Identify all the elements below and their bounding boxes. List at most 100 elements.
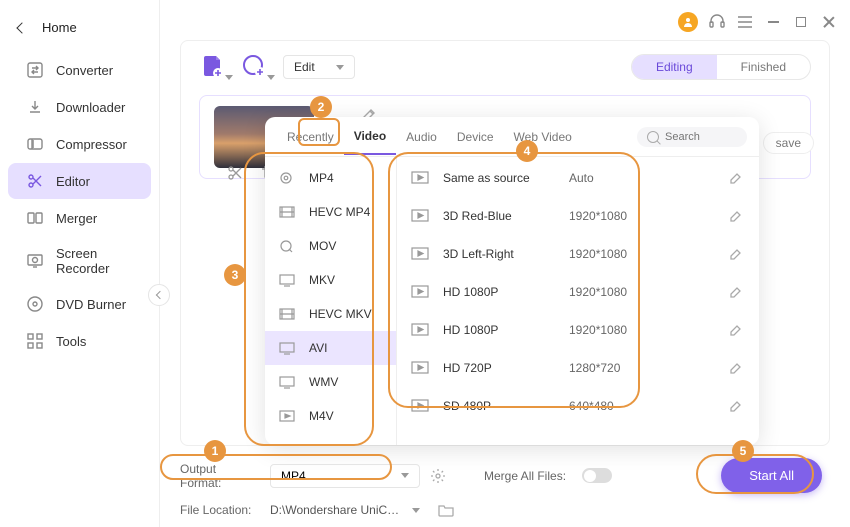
sidebar-item-screen-recorder[interactable]: Screen Recorder <box>8 237 151 285</box>
edit-preset-icon[interactable] <box>727 397 745 415</box>
film-icon <box>279 307 297 321</box>
edit-mode-label: Edit <box>294 60 315 74</box>
headset-icon[interactable] <box>708 13 726 31</box>
avatar[interactable] <box>678 12 698 32</box>
start-all-button[interactable]: Start All <box>721 458 822 493</box>
output-format-dropdown[interactable]: MP4 <box>270 464 420 488</box>
tab-recently[interactable]: Recently <box>277 120 344 154</box>
play-rect-icon <box>411 171 431 185</box>
sidebar-item-converter[interactable]: Converter <box>8 52 151 88</box>
format-mp4[interactable]: MP4 <box>265 161 396 195</box>
edit-preset-icon[interactable] <box>727 169 745 187</box>
window-controls <box>678 12 838 32</box>
edit-preset-icon[interactable] <box>727 245 745 263</box>
sidebar-item-dvd-burner[interactable]: DVD Burner <box>8 286 151 322</box>
preset-row[interactable]: 3D Left-Right1920*1080 <box>403 235 753 273</box>
format-hevc-mp4[interactable]: HEVC MP4 <box>265 195 396 229</box>
file-location-label: File Location: <box>180 503 260 517</box>
scissors-tool-icon[interactable] <box>226 164 244 182</box>
sidebar-item-editor[interactable]: Editor <box>8 163 151 199</box>
play-rect-icon <box>411 361 431 375</box>
gear-icon[interactable] <box>430 468 446 484</box>
sidebar-item-label: Downloader <box>56 100 125 115</box>
edit-preset-icon[interactable] <box>727 359 745 377</box>
search-input[interactable] <box>665 131 737 143</box>
merge-label: Merge All Files: <box>484 469 566 483</box>
format-tabs: Recently Video Audio Device Web Video <box>265 117 759 157</box>
format-m4v[interactable]: M4V <box>265 399 396 433</box>
sidebar-item-downloader[interactable]: Downloader <box>8 89 151 125</box>
window-close-button[interactable] <box>820 13 838 31</box>
sidebar-home[interactable]: Home <box>0 8 159 51</box>
preset-row[interactable]: HD 720P1280*720 <box>403 349 753 387</box>
sidebar-item-label: Compressor <box>56 137 127 152</box>
sidebar-item-label: Tools <box>56 334 86 349</box>
merge-toggle[interactable] <box>582 468 612 483</box>
preset-row[interactable]: Same as sourceAuto <box>403 159 753 197</box>
preset-row[interactable]: 3D Red-Blue1920*1080 <box>403 197 753 235</box>
save-button[interactable]: save <box>763 132 814 154</box>
screen-icon <box>279 273 297 287</box>
search-icon <box>647 131 659 143</box>
preset-row[interactable]: SD 480P640*480 <box>403 387 753 425</box>
format-mov[interactable]: MOV <box>265 229 396 263</box>
file-location-value: D:\Wondershare UniConverter 1 <box>270 503 400 517</box>
sidebar-item-label: Editor <box>56 174 90 189</box>
seg-editing[interactable]: Editing <box>632 55 717 79</box>
grid-icon <box>26 332 44 350</box>
seg-finished[interactable]: Finished <box>717 55 810 79</box>
main-area: Edit Editing Finished save Recently <box>160 0 850 527</box>
scissors-icon <box>26 172 44 190</box>
preset-row[interactable]: HD 1080P1920*1080 <box>403 273 753 311</box>
tab-audio[interactable]: Audio <box>396 120 447 154</box>
quicktime-icon <box>279 239 297 253</box>
sidebar-item-tools[interactable]: Tools <box>8 323 151 359</box>
bottom-bar: Output Format: MP4 Merge All Files: Star… <box>160 446 850 527</box>
tab-web-video[interactable]: Web Video <box>504 120 582 154</box>
edit-preset-icon[interactable] <box>727 207 745 225</box>
file-location-dropdown[interactable]: D:\Wondershare UniConverter 1 <box>270 503 420 517</box>
window-minimize-button[interactable] <box>764 13 782 31</box>
format-hevc-mkv[interactable]: HEVC MKV <box>265 297 396 331</box>
format-mkv[interactable]: MKV <box>265 263 396 297</box>
merge-icon <box>26 209 44 227</box>
sidebar-item-label: DVD Burner <box>56 297 126 312</box>
download-icon <box>26 98 44 116</box>
folder-icon[interactable] <box>438 503 454 517</box>
caret-down-icon <box>401 473 409 478</box>
sidebar: Home Converter Downloader Compressor Edi… <box>0 0 160 527</box>
record-icon <box>26 252 44 270</box>
convert-icon <box>26 61 44 79</box>
editor-card: Edit Editing Finished save Recently <box>180 40 830 446</box>
add-file-button[interactable] <box>199 53 227 81</box>
screen-icon <box>279 341 297 355</box>
back-chevron-icon <box>16 22 27 33</box>
window-maximize-button[interactable] <box>792 13 810 31</box>
play-rect-icon <box>411 209 431 223</box>
caret-down-icon <box>412 508 420 513</box>
format-wmv[interactable]: WMV <box>265 365 396 399</box>
film-icon <box>279 205 297 219</box>
sidebar-item-compressor[interactable]: Compressor <box>8 126 151 162</box>
sidebar-home-label: Home <box>42 20 77 35</box>
screen-icon <box>279 375 297 389</box>
disc-icon <box>279 171 297 185</box>
edit-preset-icon[interactable] <box>727 321 745 339</box>
play-icon <box>279 409 297 423</box>
tab-device[interactable]: Device <box>447 120 504 154</box>
add-folder-button[interactable] <box>241 53 269 81</box>
preset-row[interactable]: HD 1080P1920*1080 <box>403 311 753 349</box>
toolbar: Edit Editing Finished <box>199 53 811 81</box>
format-avi[interactable]: AVI <box>265 331 396 365</box>
sidebar-item-label: Merger <box>56 211 97 226</box>
edit-preset-icon[interactable] <box>727 283 745 301</box>
format-search[interactable] <box>637 127 747 147</box>
dvd-icon <box>26 295 44 313</box>
sidebar-item-label: Screen Recorder <box>56 246 133 276</box>
sidebar-item-merger[interactable]: Merger <box>8 200 151 236</box>
menu-icon[interactable] <box>736 13 754 31</box>
edit-mode-dropdown[interactable]: Edit <box>283 55 355 79</box>
play-rect-icon <box>411 399 431 413</box>
preset-list: Same as sourceAuto 3D Red-Blue1920*1080 … <box>397 157 759 445</box>
tab-video[interactable]: Video <box>344 119 396 155</box>
